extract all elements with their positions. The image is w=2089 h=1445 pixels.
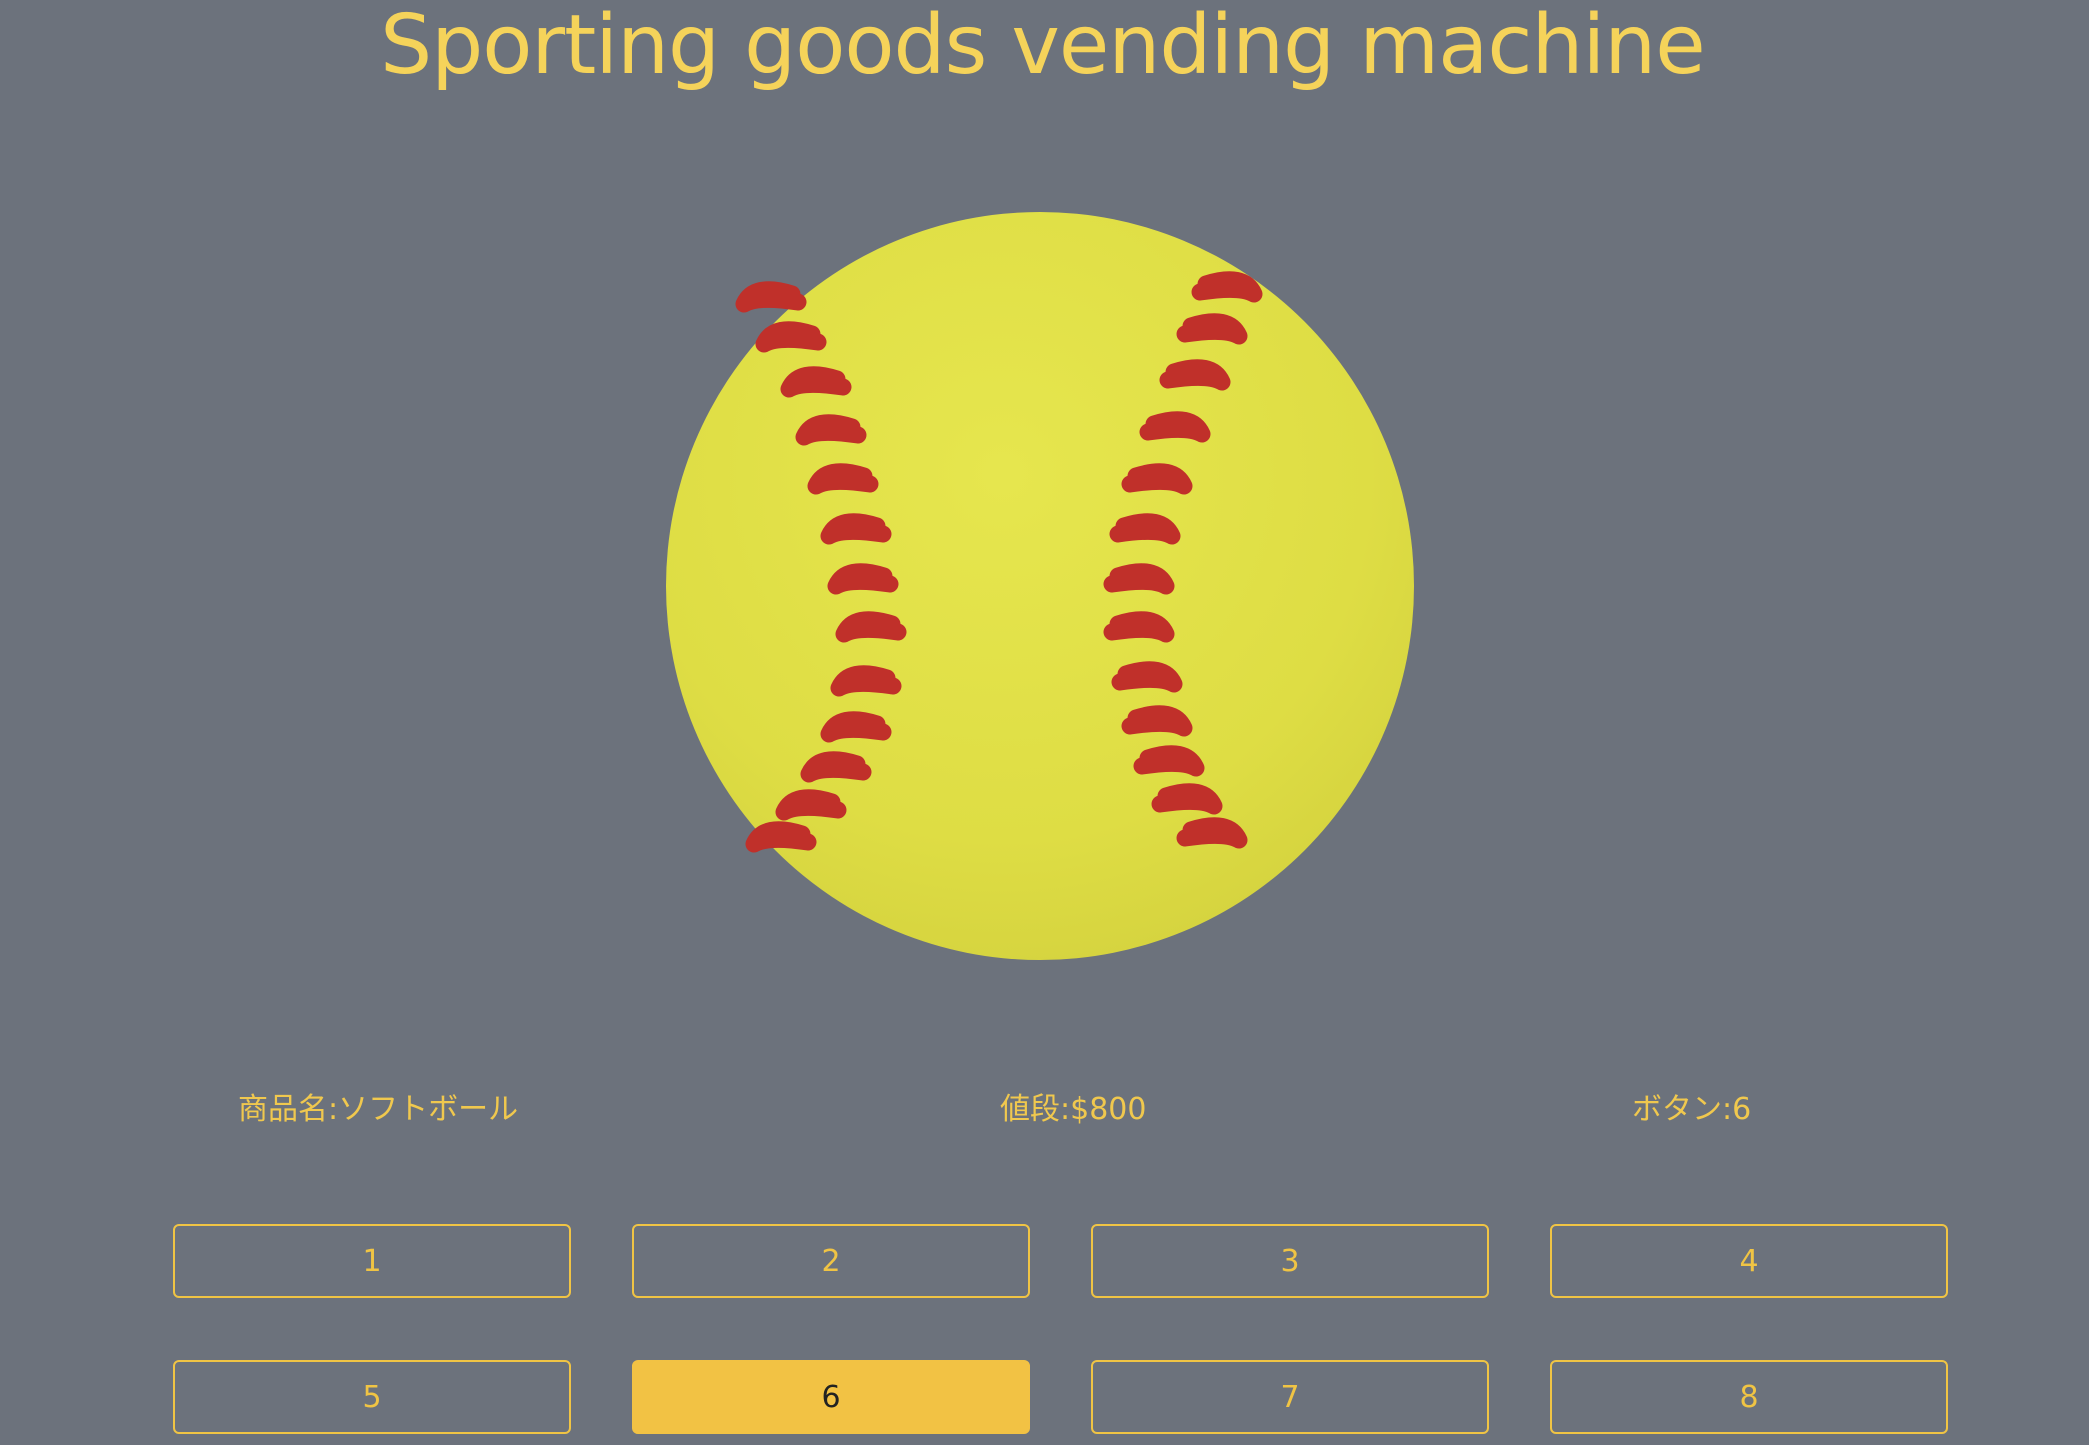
select-button-4[interactable]: 4 [1550, 1224, 1948, 1298]
stitch-mark [800, 751, 872, 783]
stitch-mark [807, 463, 879, 495]
stitch-mark [1103, 563, 1175, 595]
stitch-mark [1176, 313, 1248, 345]
stitch-mark [795, 414, 867, 446]
stitch-mark [1191, 271, 1263, 303]
stitch-mark [835, 611, 907, 643]
select-button-2[interactable]: 2 [632, 1224, 1030, 1298]
stitch-mark [775, 789, 847, 821]
stitch-mark [1103, 611, 1175, 643]
product-price-label: 値段:$800 [1000, 1092, 1147, 1127]
product-image [664, 210, 1416, 962]
page-title: Sporting goods vending machine [380, 0, 1705, 93]
stitch-mark [1133, 745, 1205, 777]
select-button-1[interactable]: 1 [173, 1224, 571, 1298]
select-button-7[interactable]: 7 [1091, 1360, 1489, 1434]
stitch-mark [1121, 705, 1193, 737]
stitch-mark [1109, 513, 1181, 545]
stitch-mark [827, 563, 899, 595]
stitch-mark [1121, 463, 1193, 495]
select-button-6[interactable]: 6 [632, 1360, 1030, 1434]
select-button-5[interactable]: 5 [173, 1360, 571, 1434]
softball-icon [666, 212, 1414, 960]
select-button-3[interactable]: 3 [1091, 1224, 1489, 1298]
product-button-label: ボタン:6 [1632, 1092, 1752, 1127]
stitch-mark [745, 821, 817, 853]
stitch-mark [1139, 411, 1211, 443]
stitch-mark [735, 281, 807, 313]
stitch-mark [830, 665, 902, 697]
product-name-label: 商品名:ソフトボール [238, 1092, 519, 1127]
stitch-mark [1176, 817, 1248, 849]
stitch-mark [1111, 661, 1183, 693]
stitch-mark [1151, 783, 1223, 815]
stitch-mark [780, 366, 852, 398]
stitch-mark [755, 321, 827, 353]
select-button-8[interactable]: 8 [1550, 1360, 1948, 1434]
stitch-mark [1159, 359, 1231, 391]
stitch-mark [820, 513, 892, 545]
stitch-mark [820, 711, 892, 743]
